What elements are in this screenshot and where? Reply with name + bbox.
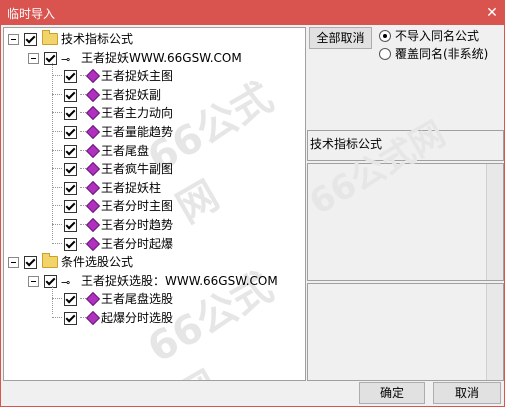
category-box: 技术指标公式 [307, 130, 504, 161]
formula-tree[interactable]: 66公式网 66公式网 技术指标公式 ⊸ 王者捉妖WWW.66GSW.COM 王者捉妖… [3, 27, 306, 381]
item-label: 王者捉妖副 [101, 87, 162, 102]
item-checkbox[interactable] [64, 144, 77, 158]
formula-icon [85, 143, 101, 158]
formula-icon [85, 310, 101, 326]
overwrite-duplicates-radio[interactable] [379, 48, 391, 60]
item-checkbox[interactable] [64, 237, 77, 251]
item-label: 起爆分时选股 [101, 311, 174, 325]
tree-item[interactable]: 王者尾盘 [4, 142, 304, 160]
group-checkbox[interactable] [24, 256, 37, 270]
tree-item[interactable]: 王者分时趋势 [4, 216, 304, 234]
formula-icon [85, 217, 101, 233]
tree-item[interactable]: 王者捉妖主图 [4, 67, 304, 85]
tree-item[interactable]: 王者疯牛副图 [4, 160, 304, 178]
cancel-all-button[interactable]: 全部取消 [309, 27, 372, 49]
scrollbar[interactable] [486, 284, 503, 380]
source-label: 王者捉妖WWW.66GSW.COM [81, 50, 242, 65]
close-icon[interactable]: ✕ [480, 1, 504, 25]
item-checkbox[interactable] [64, 70, 77, 84]
skip-duplicates-label[interactable]: 不导入同名公式 [395, 27, 479, 44]
detail-pane[interactable] [307, 283, 504, 381]
tree-item[interactable]: 起爆分时选股 [4, 309, 304, 327]
category-label: 技术指标公式 [310, 137, 383, 151]
formula-icon [85, 124, 101, 140]
item-checkbox[interactable] [64, 181, 77, 195]
collapse-icon[interactable] [28, 275, 39, 287]
item-label: 王者分时起爆 [101, 236, 174, 251]
tree-connector [52, 317, 62, 319]
overwrite-duplicates-label[interactable]: 覆盖同名(非系统) [395, 45, 488, 62]
folder-icon [42, 253, 58, 269]
formula-icon [85, 292, 101, 307]
item-checkbox[interactable] [64, 293, 77, 307]
tree-item[interactable]: 王者量能趋势 [4, 123, 304, 141]
tree-item[interactable]: 王者捉妖副 [4, 86, 304, 104]
item-checkbox[interactable] [64, 107, 77, 121]
formula-icon [85, 180, 101, 195]
source-label: 王者捉妖选股：WWW.66GSW.COM [81, 273, 278, 288]
tree-item[interactable]: 王者尾盘选股 [4, 290, 304, 308]
item-checkbox[interactable] [64, 219, 77, 232]
formula-icon [85, 162, 101, 177]
item-checkbox[interactable] [64, 163, 77, 177]
collapse-icon[interactable] [8, 34, 19, 45]
tree-item[interactable]: 王者捉妖柱 [4, 179, 304, 197]
item-label: 王者捉妖主图 [101, 69, 174, 84]
cancel-button[interactable]: 取消 [433, 382, 501, 404]
formula-icon [85, 69, 101, 84]
source-checkbox[interactable] [44, 274, 57, 288]
tree-connector [52, 242, 62, 245]
key-icon: ⊸ [61, 275, 71, 289]
tree-source[interactable]: ⊸ 王者捉妖WWW.66GSW.COM [4, 49, 304, 67]
item-checkbox[interactable] [64, 312, 77, 325]
formula-icon [85, 236, 101, 251]
key-icon: ⊸ [61, 52, 71, 66]
item-label: 王者尾盘 [101, 143, 150, 158]
item-label: 王者分时趋势 [101, 218, 174, 232]
window-title: 临时导入 [7, 7, 56, 21]
item-checkbox[interactable] [64, 88, 77, 102]
formula-icon [85, 87, 101, 102]
description-pane[interactable] [307, 163, 504, 281]
item-label: 王者分时主图 [101, 199, 174, 214]
tree-item[interactable]: 王者分时主图 [4, 197, 304, 215]
group-checkbox[interactable] [24, 33, 37, 46]
tree-group[interactable]: 技术指标公式 [4, 30, 304, 48]
tree-source[interactable]: ⊸ 王者捉妖选股：WWW.66GSW.COM [4, 272, 304, 290]
collapse-icon[interactable] [28, 52, 39, 64]
item-label: 王者量能趋势 [101, 125, 174, 139]
group-label: 技术指标公式 [61, 32, 134, 46]
item-label: 王者尾盘选股 [101, 292, 174, 307]
ok-button[interactable]: 确定 [359, 382, 425, 404]
group-label: 条件选股公式 [61, 255, 134, 270]
folder-icon [42, 30, 58, 45]
tree-item[interactable]: 王者分时起爆 [4, 235, 304, 253]
skip-duplicates-radio[interactable] [379, 30, 391, 42]
tree-group[interactable]: 条件选股公式 [4, 253, 304, 271]
item-label: 王者疯牛副图 [101, 162, 174, 177]
formula-icon [85, 199, 101, 214]
scrollbar[interactable] [486, 164, 503, 280]
item-label: 王者捉妖柱 [101, 180, 162, 195]
tree-item[interactable]: 王者主力动向 [4, 104, 304, 122]
title-bar: 临时导入 ✕ [1, 1, 504, 25]
collapse-icon[interactable] [8, 257, 19, 269]
tree-connector [52, 63, 54, 240]
item-checkbox[interactable] [64, 200, 77, 214]
formula-icon [85, 106, 101, 121]
source-checkbox[interactable] [44, 51, 57, 65]
import-dialog: 临时导入 ✕ 66公式网 66公式网 技术指标公式 ⊸ 王者捉妖WWW.66GSW.… [0, 0, 505, 407]
item-label: 王者主力动向 [101, 106, 174, 121]
item-checkbox[interactable] [64, 126, 77, 139]
tree-connector [52, 286, 54, 315]
